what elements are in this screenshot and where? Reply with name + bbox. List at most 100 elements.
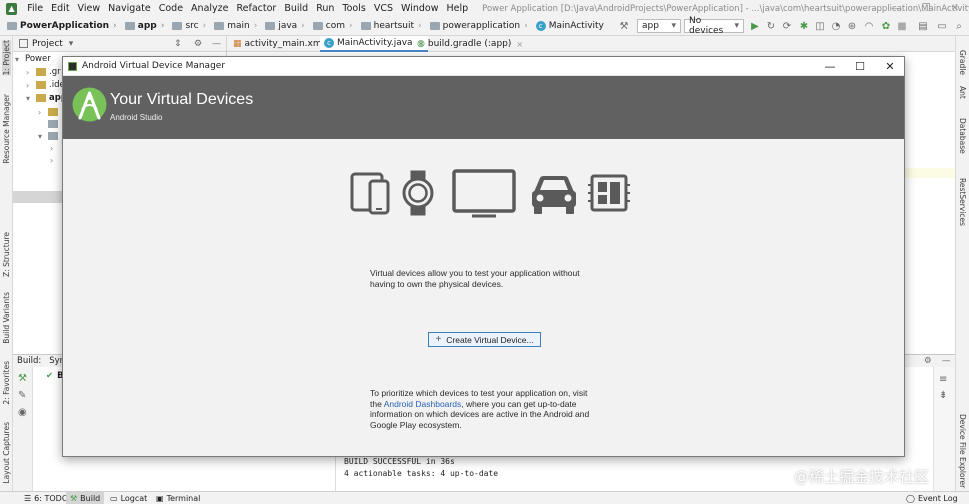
menu-edit[interactable]: Edit bbox=[47, 3, 73, 14]
tree-item[interactable]: ▾ bbox=[38, 130, 61, 142]
collapse-all-icon[interactable]: ⇕ bbox=[174, 39, 182, 49]
tab-build-gradle[interactable]: ◍ build.gradle (:app) × bbox=[413, 36, 527, 52]
soft-wrap-icon[interactable]: ≡ bbox=[939, 374, 947, 385]
build-tree-item[interactable]: ✔ B bbox=[46, 371, 64, 381]
breadcrumb-powerapplication[interactable]: powerapplication › bbox=[428, 21, 534, 31]
profile-icon[interactable]: ◔ bbox=[829, 19, 843, 33]
device-select[interactable]: No devices ▾ bbox=[684, 16, 744, 36]
breadcrumb-app[interactable]: app › bbox=[123, 21, 171, 31]
tab-ant[interactable]: Ant bbox=[958, 86, 967, 99]
breadcrumb-main[interactable]: main › bbox=[212, 21, 263, 31]
tab-structure[interactable]: Z: Structure bbox=[2, 232, 11, 277]
maximize-icon[interactable]: ☐ bbox=[848, 59, 872, 73]
tab-todo[interactable]: ☰ 6: TODO bbox=[20, 492, 72, 504]
stop-icon[interactable]: ■ bbox=[895, 19, 909, 33]
create-virtual-device-button[interactable]: + Create Virtual Device... bbox=[428, 332, 541, 347]
menu-file[interactable]: File bbox=[23, 3, 47, 14]
tree-item[interactable] bbox=[38, 118, 61, 130]
tree-item[interactable]: › bbox=[50, 154, 60, 166]
coverage-icon[interactable]: ◫ bbox=[813, 19, 827, 33]
gradle-file-icon: ◍ bbox=[417, 39, 425, 49]
project-view-icon bbox=[19, 39, 28, 48]
tab-label: 6: TODO bbox=[34, 494, 69, 503]
minimize-icon[interactable]: — bbox=[881, 0, 911, 17]
menu-analyze[interactable]: Analyze bbox=[187, 3, 232, 14]
close-icon[interactable]: × bbox=[516, 40, 523, 49]
close-icon[interactable]: ✕ bbox=[878, 59, 902, 73]
restore-icon[interactable]: ❐ bbox=[911, 0, 941, 17]
menu-view[interactable]: View bbox=[74, 3, 105, 14]
menu-navigate[interactable]: Navigate bbox=[104, 3, 155, 14]
run-icon[interactable]: ▶ bbox=[748, 19, 762, 33]
close-icon[interactable]: ✕ bbox=[940, 0, 969, 17]
menu-run[interactable]: Run bbox=[312, 3, 338, 14]
event-log-button[interactable]: ◯ Event Log bbox=[902, 492, 962, 504]
tab-project[interactable]: 1: Project bbox=[2, 40, 11, 76]
folder-icon bbox=[36, 68, 46, 76]
device-label: No devices bbox=[689, 16, 724, 36]
tree-item[interactable]: › .ide bbox=[26, 79, 65, 91]
build-hammer-icon[interactable]: ⚒ bbox=[18, 373, 27, 384]
eye-icon[interactable]: ◉ bbox=[18, 407, 27, 418]
folder-icon bbox=[360, 22, 371, 30]
minimize-icon[interactable]: — bbox=[818, 59, 842, 73]
tab-terminal[interactable]: ▣ Terminal bbox=[152, 492, 204, 504]
tab-logcat[interactable]: ▭ Logcat bbox=[106, 492, 151, 504]
breadcrumb-label: java bbox=[278, 21, 298, 31]
run-config-select[interactable]: app ▾ bbox=[637, 19, 681, 33]
apply-changes-icon[interactable]: ⟳ bbox=[780, 19, 794, 33]
hammer-icon[interactable]: ⚒ bbox=[617, 19, 631, 33]
sync-gradle-icon[interactable]: ✿ bbox=[879, 19, 893, 33]
project-panel-title[interactable]: Project bbox=[32, 39, 63, 49]
tab-restservices[interactable]: RestServices bbox=[958, 178, 967, 226]
tab-device-file-explorer[interactable]: Device File Explorer bbox=[958, 414, 967, 488]
tab-build[interactable]: ⚒ Build bbox=[66, 492, 105, 504]
breadcrumb-project[interactable]: PowerApplication › bbox=[5, 21, 123, 31]
tree-item[interactable]: ▾ app bbox=[26, 92, 67, 104]
tab-gradle[interactable]: Gradle bbox=[958, 50, 967, 75]
menu-build[interactable]: Build bbox=[280, 3, 312, 14]
things-icon bbox=[588, 174, 630, 212]
tab-label: activity_main.xml bbox=[244, 39, 325, 49]
hide-icon[interactable]: — bbox=[942, 356, 951, 366]
chevron-down-icon[interactable]: ▾ bbox=[69, 39, 74, 49]
tree-item[interactable]: › .gr bbox=[26, 66, 61, 78]
tree-item[interactable]: › bbox=[38, 106, 61, 118]
console-line: BUILD SUCCESSFUL in 36s bbox=[344, 457, 455, 466]
breadcrumb-java[interactable]: java › bbox=[263, 21, 310, 31]
menu-refactor[interactable]: Refactor bbox=[232, 3, 280, 14]
search-icon[interactable]: ⌕ bbox=[952, 19, 966, 33]
tab-favorites[interactable]: 2: Favorites bbox=[2, 361, 11, 405]
menu-tools[interactable]: Tools bbox=[338, 3, 369, 14]
gauge-icon[interactable]: ◠ bbox=[862, 19, 876, 33]
breadcrumb-src[interactable]: src › bbox=[170, 21, 212, 31]
debug-icon[interactable]: ✱ bbox=[797, 19, 811, 33]
device-manager-icon[interactable]: ▭ bbox=[935, 19, 949, 33]
breadcrumb-heartsuit[interactable]: heartsuit › bbox=[359, 21, 428, 31]
menu-vcs[interactable]: VCS bbox=[370, 3, 397, 14]
menu-window[interactable]: Window bbox=[397, 3, 442, 14]
pin-icon[interactable]: ✎ bbox=[18, 390, 26, 401]
android-studio-logo-icon bbox=[72, 87, 107, 122]
tab-build-variants[interactable]: Build Variants bbox=[2, 292, 11, 344]
scroll-to-end-icon[interactable]: ⇟ bbox=[939, 390, 947, 401]
project-structure-icon[interactable]: ▤ bbox=[916, 19, 930, 33]
android-dashboards-link[interactable]: Android Dashboards bbox=[384, 399, 462, 409]
build-panel-title: Build: bbox=[17, 356, 42, 366]
hide-icon[interactable]: — bbox=[212, 39, 221, 49]
menu-code[interactable]: Code bbox=[155, 3, 187, 14]
gear-icon[interactable]: ⚙ bbox=[194, 39, 202, 49]
breadcrumb-com[interactable]: com › bbox=[311, 21, 359, 31]
rerun-icon[interactable]: ↻ bbox=[764, 19, 778, 33]
tree-root[interactable]: ▾ Power bbox=[15, 53, 51, 65]
tab-layout-captures[interactable]: Layout Captures bbox=[2, 422, 11, 484]
breadcrumb-mainactivity[interactable]: c MainActivity bbox=[534, 21, 606, 31]
tab-database[interactable]: Database bbox=[958, 118, 967, 154]
attach-debugger-icon[interactable]: ⊛ bbox=[845, 19, 859, 33]
menu-help[interactable]: Help bbox=[442, 3, 472, 14]
gear-icon[interactable]: ⚙ bbox=[924, 356, 932, 366]
tree-item[interactable]: › bbox=[50, 142, 60, 154]
editor-tab-bar: ▦ activity_main.xml × c MainActivity.jav… bbox=[227, 36, 955, 52]
tab-resource-manager[interactable]: Resource Manager bbox=[2, 94, 11, 164]
tab-label: build.gradle (:app) bbox=[427, 39, 512, 49]
